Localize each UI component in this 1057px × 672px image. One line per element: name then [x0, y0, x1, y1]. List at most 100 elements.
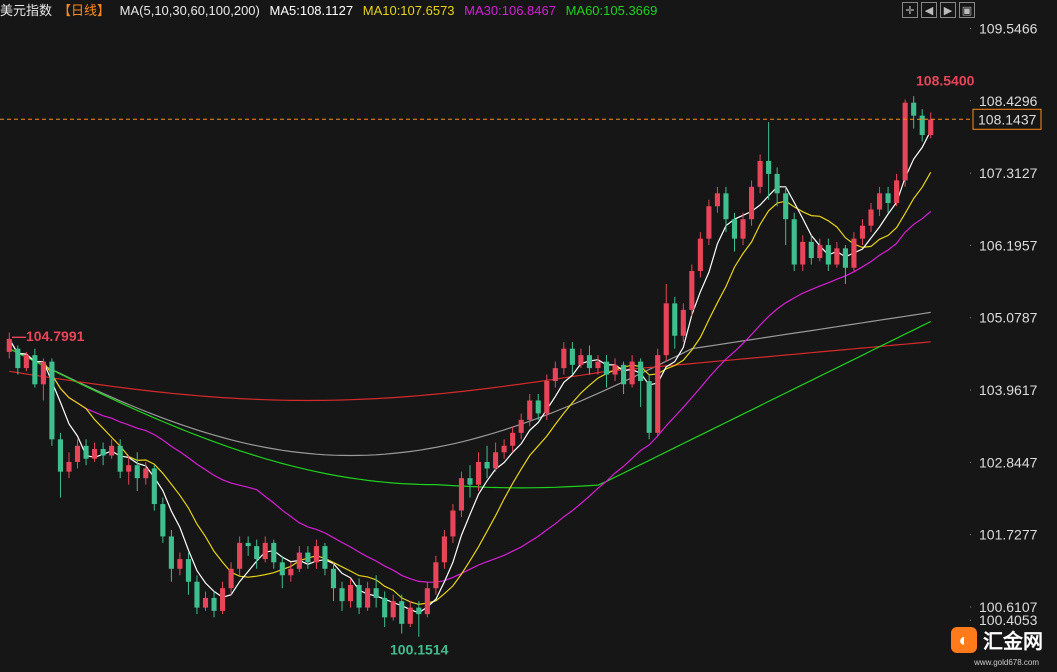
y-tick-label: 106.1957 — [979, 237, 1038, 253]
candle-body — [57, 439, 64, 472]
candle-body — [885, 193, 891, 204]
candle-body — [749, 186, 755, 220]
candle-body — [894, 180, 900, 204]
candle-body — [689, 271, 695, 310]
candle-body — [407, 607, 413, 624]
candle-body — [740, 219, 746, 239]
candle-body — [569, 348, 575, 365]
candle-body — [433, 562, 439, 589]
high-annotation: 108.5400 — [916, 73, 975, 89]
candle-body — [40, 361, 46, 385]
candle-body — [168, 536, 174, 569]
candlestick-chart[interactable]: 109.5466 108.4296 107.3127 106.1957 105.0787… — [0, 0, 1057, 672]
candle-body — [134, 465, 140, 479]
candle-body — [842, 248, 848, 268]
candle-body — [49, 361, 55, 440]
candle-body — [731, 219, 738, 239]
candle-body — [126, 465, 132, 472]
candle-body — [911, 102, 917, 116]
candle-body — [527, 400, 533, 420]
ma100-line — [9, 341, 931, 402]
left-high-annotation: —104.7991 — [12, 328, 85, 344]
candle-body — [757, 160, 763, 187]
candle-body — [143, 468, 149, 479]
candle-body — [185, 559, 191, 582]
logo-url: www.gold678.com — [974, 658, 1039, 667]
candle-body — [313, 546, 319, 563]
candle-body — [518, 419, 524, 433]
logo: ◐ 汇金网 — [951, 625, 1043, 654]
candle-body — [254, 546, 260, 560]
candle-body — [783, 193, 789, 220]
candle-body — [629, 361, 635, 385]
logo-icon: ◐ — [951, 626, 977, 653]
candle-body — [595, 361, 601, 369]
candle-body — [544, 381, 550, 414]
ma30-line — [8, 211, 932, 583]
candle-body — [390, 601, 396, 618]
candle-body — [578, 355, 584, 365]
candle-body — [228, 568, 234, 589]
candle-body — [851, 238, 857, 268]
candle-body — [194, 581, 200, 608]
ma200-line — [9, 311, 931, 457]
candle-body — [697, 238, 703, 271]
candle-body — [672, 303, 678, 336]
candle-body — [339, 588, 345, 602]
candle-body — [859, 225, 866, 239]
candle-body — [262, 542, 268, 560]
candle-body — [177, 559, 183, 569]
candle-body — [279, 562, 285, 576]
logo-name: 汇金网 — [983, 631, 1043, 653]
candle-body — [638, 361, 644, 382]
candle-body — [714, 193, 720, 207]
y-tick-label: 109.5466 — [979, 20, 1038, 36]
y-tick-label: 103.9617 — [979, 382, 1038, 398]
y-tick-label: 107.3127 — [979, 165, 1038, 181]
candle-body — [220, 588, 226, 611]
candle-body — [202, 597, 209, 608]
candle-body — [365, 588, 371, 608]
candle-body — [834, 248, 840, 265]
y-tick-label: 101.7277 — [979, 527, 1038, 543]
candle-body — [305, 552, 311, 563]
candle-body — [109, 445, 115, 456]
candle-body — [271, 542, 277, 563]
ma60-line — [9, 320, 931, 489]
candle-body — [646, 381, 652, 433]
candle-body — [535, 400, 541, 414]
candle-body — [868, 209, 874, 226]
candle-body — [603, 361, 610, 375]
candle-body — [706, 206, 712, 239]
candle-body — [808, 241, 814, 259]
candle-body — [723, 193, 729, 220]
candle-body — [774, 173, 780, 194]
candle-body — [151, 468, 157, 505]
candle-body — [450, 510, 456, 537]
candle-body — [586, 355, 593, 369]
candle-body — [467, 478, 473, 485]
candle-body — [32, 355, 38, 385]
candle-body — [347, 584, 354, 602]
candle-body — [92, 449, 98, 459]
candle-body — [663, 303, 669, 356]
ma5-line — [8, 130, 932, 614]
candle-body — [160, 504, 166, 537]
candle-body — [100, 449, 106, 456]
candle-body — [237, 542, 243, 569]
candle-body — [561, 348, 567, 369]
candle-body — [825, 245, 831, 265]
candle-body — [510, 432, 516, 446]
candle-body — [876, 193, 883, 210]
candle-body — [655, 355, 661, 433]
candle-body — [211, 597, 217, 611]
candle-body — [117, 445, 123, 472]
candle-body — [791, 219, 797, 265]
candle-body — [399, 601, 405, 624]
candle-body — [424, 588, 430, 615]
candle-body — [817, 245, 823, 259]
candle-body — [621, 364, 627, 385]
candle-body — [245, 542, 251, 547]
candle-body — [612, 364, 618, 375]
candle-body — [322, 546, 328, 569]
